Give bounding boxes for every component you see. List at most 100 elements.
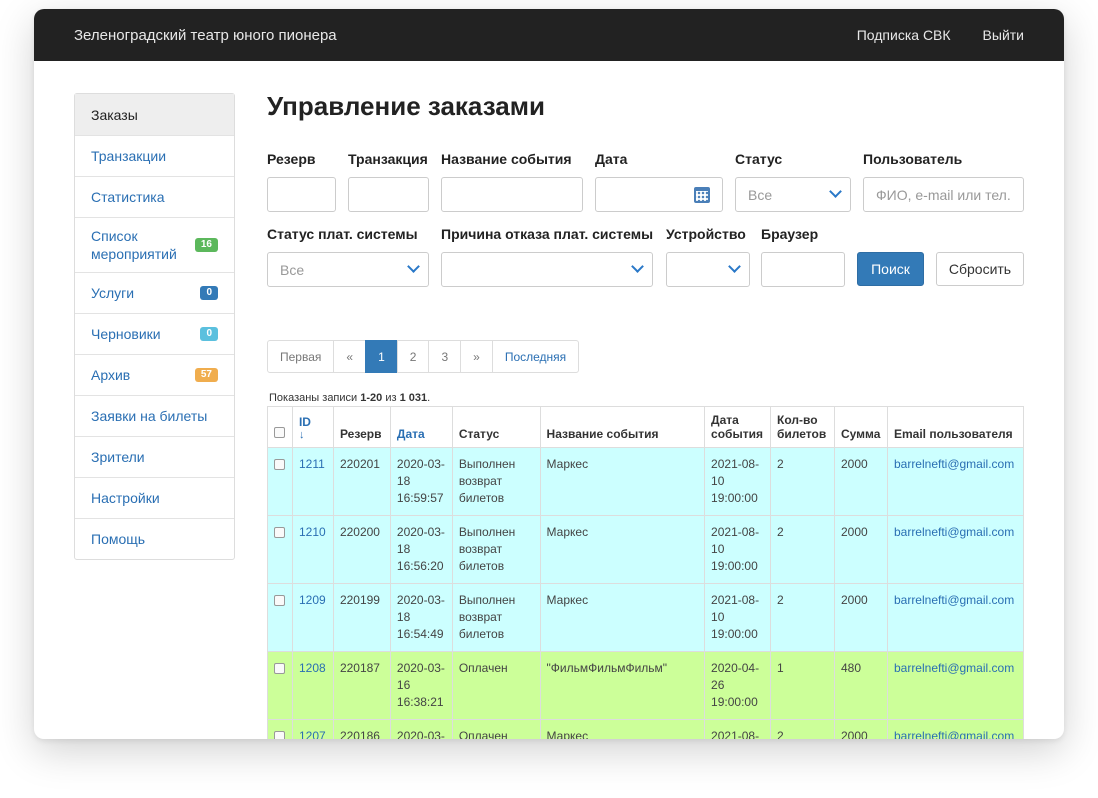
brand-title[interactable]: Зеленоградский театр юного пионера: [74, 27, 825, 44]
summary-suffix: .: [427, 392, 431, 404]
sidebar-item[interactable]: Архив 57: [75, 354, 234, 395]
reserve-input[interactable]: [267, 177, 336, 212]
cell-date: 2020-03-18 16:59:57: [389, 447, 453, 516]
table-row: 1209 220199 2020-03-18 16:54:49 Выполнен во…: [267, 583, 1025, 652]
cell-status: Выполнен возврат билетов: [451, 583, 541, 652]
cell-ticket-count: 2: [770, 719, 835, 739]
cell-reserve: 220199: [332, 583, 391, 652]
decline-reason-select[interactable]: [441, 252, 653, 287]
cell-email[interactable]: barrelnefti@gmail.com: [886, 515, 1025, 584]
sidebar-item[interactable]: Заявки на билеты: [75, 395, 234, 436]
count-badge: 0: [200, 286, 218, 300]
sidebar-item[interactable]: Помощь: [75, 518, 234, 559]
chevron-down-icon: [829, 185, 842, 198]
sidebar-item[interactable]: Заказы: [75, 94, 234, 135]
summary-range: 1-20: [360, 392, 383, 404]
sidebar-item-label: Архив: [91, 367, 131, 383]
browser-input[interactable]: [761, 252, 845, 287]
count-badge: 16: [194, 238, 218, 252]
sidebar-item-label: Помощь: [91, 531, 146, 547]
reserve-label: Резерв: [267, 151, 316, 167]
top-navbar: Зеленоградский театр юного пионера Подпи…: [34, 9, 1064, 61]
cell-status: Выполнен возврат билетов: [451, 515, 541, 584]
summary-middle: из: [382, 392, 400, 404]
cell-email[interactable]: barrelnefti@gmail.com: [886, 447, 1025, 516]
cell-ticket-count: 1: [770, 651, 835, 720]
cell-sum: 2000: [833, 515, 888, 584]
summary-prefix: Показаны записи: [269, 392, 361, 404]
col-header-id[interactable]: ID ↓: [291, 406, 334, 448]
col-header-date[interactable]: Дата: [389, 406, 453, 448]
user-search-input[interactable]: ФИО, e-mail или тел.: [863, 177, 1024, 212]
row-checkbox[interactable]: [274, 459, 285, 470]
calendar-icon[interactable]: [694, 187, 710, 203]
device-select[interactable]: [666, 252, 750, 287]
row-checkbox[interactable]: [274, 595, 285, 606]
sidebar-item[interactable]: Транзакции: [75, 135, 234, 176]
col-header-reserve: Резерв: [332, 406, 391, 448]
date-input[interactable]: [595, 177, 723, 212]
summary-total: 1 031: [399, 392, 428, 404]
date-label: Дата: [595, 151, 628, 167]
sidebar-item[interactable]: Зрители: [75, 436, 234, 477]
cell-id[interactable]: 1207: [291, 719, 334, 739]
row-select-cell: [267, 651, 293, 720]
col-header-sum: Сумма: [833, 406, 888, 448]
cell-id[interactable]: 1210: [291, 515, 334, 584]
select-all-checkbox[interactable]: [274, 427, 285, 438]
pagination-page[interactable]: 2: [396, 340, 430, 373]
table-row: 1208 220187 2020-03-16 16:38:21 Оплачен "Фил…: [267, 651, 1025, 720]
sidebar-item-label: Список мероприятий: [91, 228, 177, 262]
event-name-input[interactable]: [441, 177, 583, 212]
pagination-page[interactable]: 1: [365, 340, 398, 373]
sidebar-item-label: Настройки: [91, 490, 160, 506]
cell-sum: 2000: [833, 719, 888, 739]
pagination-prev[interactable]: «: [333, 340, 367, 373]
cell-email[interactable]: barrelnefti@gmail.com: [886, 651, 1025, 720]
cell-id[interactable]: 1209: [291, 583, 334, 652]
sidebar-item-label: Заявки на билеты: [91, 408, 208, 424]
chevron-down-icon: [728, 260, 741, 273]
pagination-last[interactable]: Последняя: [491, 340, 580, 373]
device-label: Устройство: [666, 226, 746, 242]
nav-link-subscription[interactable]: Подписка СВК: [857, 27, 951, 43]
search-button[interactable]: Поиск: [857, 252, 924, 286]
cell-event-date: 2021-08-10 19:00:00: [704, 583, 772, 652]
row-select-cell: [267, 447, 293, 516]
transaction-input[interactable]: [348, 177, 429, 212]
status-select[interactable]: Все: [735, 177, 851, 212]
app-window: Зеленоградский театр юного пионера Подпи…: [34, 9, 1064, 739]
sidebar-item[interactable]: Настройки: [75, 477, 234, 518]
row-checkbox[interactable]: [274, 527, 285, 538]
pagination-first[interactable]: Первая: [267, 340, 335, 373]
cell-email[interactable]: barrelnefti@gmail.com: [886, 719, 1025, 739]
row-select-cell: [267, 583, 293, 652]
sidebar-item-label: Зрители: [91, 449, 145, 465]
sidebar-item[interactable]: Статистика: [75, 176, 234, 217]
row-checkbox[interactable]: [274, 663, 285, 674]
cell-ticket-count: 2: [770, 515, 835, 584]
event-name-label: Название события: [441, 151, 572, 167]
pay-status-select[interactable]: Все: [267, 252, 429, 287]
cell-email[interactable]: barrelnefti@gmail.com: [886, 583, 1025, 652]
user-label: Пользователь: [863, 151, 963, 167]
cell-id[interactable]: 1211: [291, 447, 334, 516]
cell-date: 2020-03-18 16:54:49: [389, 583, 453, 652]
nav-link-logout[interactable]: Выйти: [983, 27, 1024, 43]
table-row: 12072201862020-03-16 16:36:11ОплаченМарк…: [267, 719, 1025, 739]
col-header-ticket-count: Кол-во билетов: [770, 406, 835, 448]
sidebar-item[interactable]: Услуги 0: [75, 272, 234, 313]
reset-button[interactable]: Сбросить: [936, 252, 1024, 286]
cell-ticket-count: 2: [770, 583, 835, 652]
select-all-cell: [267, 406, 293, 448]
cell-date: 2020-03-18 16:56:20: [389, 515, 453, 584]
cell-status: Оплачен: [451, 651, 541, 720]
cell-id[interactable]: 1208: [291, 651, 334, 720]
cell-sum: 2000: [833, 583, 888, 652]
row-checkbox[interactable]: [274, 731, 285, 739]
pagination: Первая «1 2 3» Последняя: [267, 340, 580, 373]
sidebar-item[interactable]: Черновики 0: [75, 313, 234, 354]
pagination-next[interactable]: »: [460, 340, 493, 373]
sidebar-item[interactable]: Список мероприятий 16: [75, 217, 234, 272]
pagination-page[interactable]: 3: [428, 340, 462, 373]
